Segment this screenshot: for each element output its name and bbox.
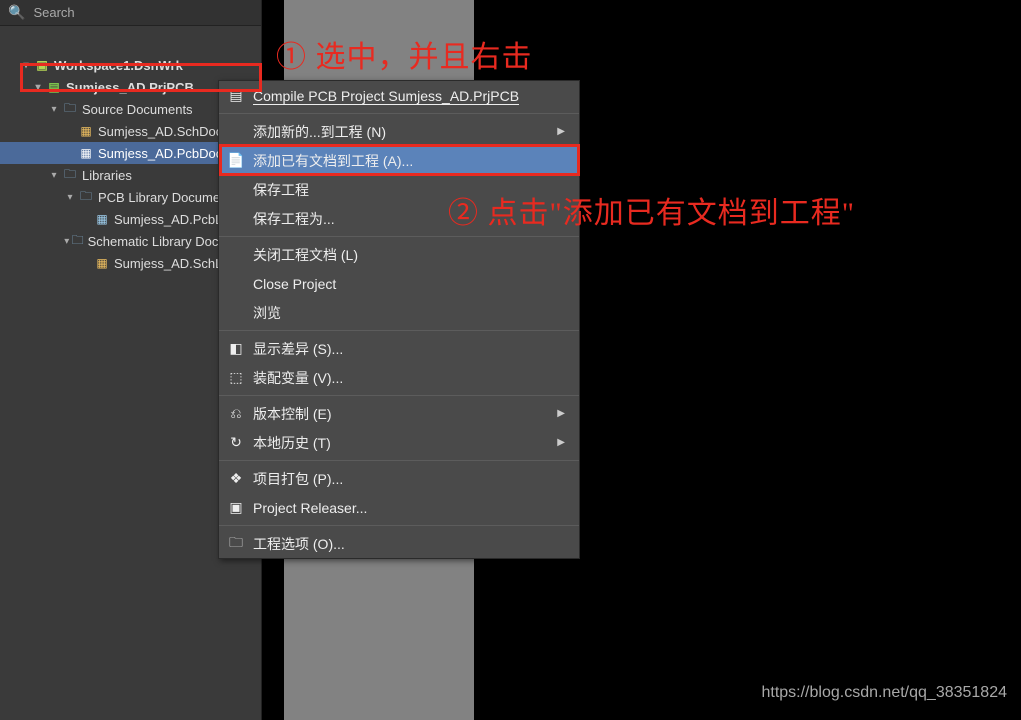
menu-label: 版本控制 (E) <box>253 404 557 424</box>
folder-icon: 🗀 <box>78 189 94 205</box>
menu-add-existing[interactable]: 📄 添加已有文档到工程 (A)... <box>219 146 579 175</box>
expand-icon[interactable]: ▾ <box>20 60 32 71</box>
expand-icon[interactable]: ▾ <box>48 170 60 181</box>
history-icon: ↻ <box>219 434 253 451</box>
menu-label: Project Releaser... <box>253 500 569 516</box>
package-icon: ❖ <box>219 470 253 487</box>
tree-workspace[interactable]: ▾ ▣ Workspace1.DsnWrk <box>0 54 261 76</box>
submenu-arrow-icon: ▶ <box>557 126 569 137</box>
schlib-icon: ▦ <box>94 255 110 271</box>
pcb-icon: ▦ <box>78 145 94 161</box>
menu-project-options[interactable]: 🗀 工程选项 (O)... <box>219 529 579 558</box>
menu-label: Close Project <box>253 276 569 292</box>
menu-browse[interactable]: 浏览 <box>219 298 579 327</box>
menu-label: 项目打包 (P)... <box>253 469 569 489</box>
submenu-arrow-icon: ▶ <box>557 408 569 419</box>
menu-version-ctrl[interactable]: ⎌ 版本控制 (E) ▶ <box>219 399 579 428</box>
menu-label: 添加新的...到工程 (N) <box>253 122 557 142</box>
menu-label: 关闭工程文档 (L) <box>253 245 569 265</box>
menu-local-history[interactable]: ↻ 本地历史 (T) ▶ <box>219 428 579 457</box>
menu-add-new[interactable]: 添加新的...到工程 (N) ▶ <box>219 117 579 146</box>
annotation-text-2: ② 点击"添加已有文档到工程" <box>448 188 855 232</box>
folder-icon: 🗀 <box>62 101 78 117</box>
tree-label: Sumjess_AD.PcbDoc <box>98 146 222 161</box>
pcblib-icon: ▦ <box>94 211 110 227</box>
compile-icon: ▤ <box>219 87 253 104</box>
separator <box>219 395 579 396</box>
separator <box>219 525 579 526</box>
expand-icon[interactable]: ▾ <box>32 82 44 93</box>
tree-label: Workspace1.DsnWrk <box>54 58 183 73</box>
separator <box>219 330 579 331</box>
menu-label: 添加已有文档到工程 (A)... <box>253 151 569 171</box>
separator <box>219 460 579 461</box>
expand-icon[interactable]: ▾ <box>48 104 60 115</box>
variant-icon: ⬚ <box>219 369 253 386</box>
tree-label: Libraries <box>82 168 132 183</box>
menu-assembly-var[interactable]: ⬚ 装配变量 (V)... <box>219 363 579 392</box>
search-row: 🔍 <box>0 0 261 26</box>
submenu-arrow-icon: ▶ <box>557 437 569 448</box>
options-icon: 🗀 <box>219 532 253 556</box>
tree-label: PCB Library Documents <box>98 190 237 205</box>
expand-icon[interactable]: ▾ <box>64 236 70 247</box>
tree-label: Source Documents <box>82 102 193 117</box>
menu-pack-project[interactable]: ❖ 项目打包 (P)... <box>219 464 579 493</box>
menu-label: 工程选项 (O)... <box>253 534 569 554</box>
menu-label: 本地历史 (T) <box>253 433 557 453</box>
tree-label: Sumjess_AD.PrjPCB <box>66 80 194 95</box>
tree-label: Sumjess_AD.SchLib <box>114 256 233 271</box>
diff-icon: ◧ <box>219 340 253 357</box>
context-menu: ▤ Compile PCB Project Sumjess_AD.PrjPCB … <box>218 80 580 559</box>
menu-compile[interactable]: ▤ Compile PCB Project Sumjess_AD.PrjPCB <box>219 81 579 110</box>
project-icon: ▤ <box>46 79 62 95</box>
schematic-icon: ▦ <box>78 123 94 139</box>
add-doc-icon: 📄 <box>219 152 253 169</box>
menu-label: 显示差异 (S)... <box>253 339 569 359</box>
menu-label: 浏览 <box>253 303 569 323</box>
menu-close-docs[interactable]: 关闭工程文档 (L) <box>219 240 579 269</box>
editor-background-bottom <box>284 546 474 720</box>
expand-icon[interactable]: ▾ <box>64 192 76 203</box>
tree-label: Sumjess_AD.PcbLib <box>114 212 233 227</box>
annotation-text-1: ① 选中，并且右击 <box>276 32 533 76</box>
menu-project-releaser[interactable]: ▣ Project Releaser... <box>219 493 579 522</box>
search-icon: 🔍 <box>8 4 25 21</box>
separator <box>219 113 579 114</box>
workspace-icon: ▣ <box>34 57 50 73</box>
watermark: https://blog.csdn.net/qq_38351824 <box>761 684 1007 702</box>
search-input[interactable] <box>33 5 253 20</box>
menu-label: 装配变量 (V)... <box>253 368 569 388</box>
releaser-icon: ▣ <box>219 499 253 516</box>
menu-show-diff[interactable]: ◧ 显示差异 (S)... <box>219 334 579 363</box>
folder-icon: 🗀 <box>62 167 78 183</box>
menu-label: Compile PCB Project Sumjess_AD.PrjPCB <box>253 88 569 104</box>
vcs-icon: ⎌ <box>219 405 253 422</box>
separator <box>219 236 579 237</box>
folder-icon: 🗀 <box>72 233 84 249</box>
menu-close-project[interactable]: Close Project <box>219 269 579 298</box>
tree-label: Sumjess_AD.SchDoc <box>98 124 222 139</box>
